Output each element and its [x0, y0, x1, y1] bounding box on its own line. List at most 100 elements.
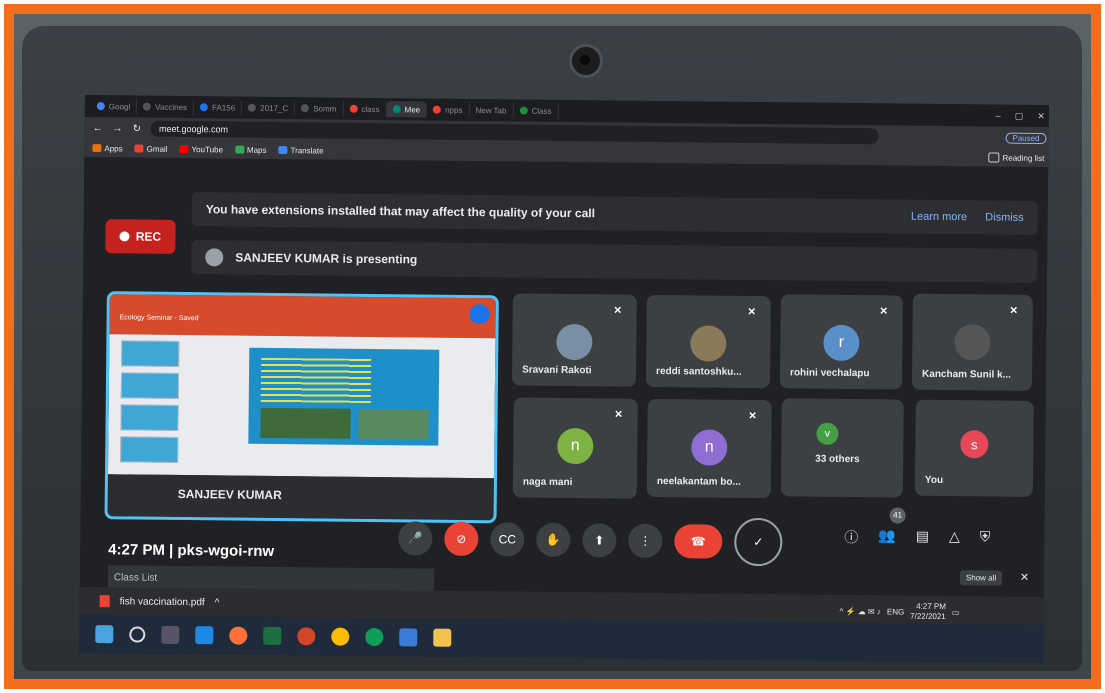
camera-off-button[interactable]: ⊘: [444, 521, 479, 557]
participant-tile[interactable]: ✕ n neelakantam bo...: [646, 398, 772, 499]
bookmark-maps[interactable]: Maps: [234, 145, 267, 154]
tab-favicon: [200, 103, 209, 112]
laptop-screen: Googl Vaccines FA156 2017_C Somm class M…: [79, 94, 1049, 664]
language-indicator[interactable]: ENG: [887, 607, 904, 616]
slide-thumbnail: [120, 372, 180, 399]
chat-icon[interactable]: ▤: [916, 528, 929, 548]
mic-off-icon: ✕: [879, 306, 888, 318]
reload-icon[interactable]: ↻: [133, 123, 142, 134]
participant-tile[interactable]: ✕ reddi santoshku...: [645, 294, 771, 389]
browser-tab[interactable]: Class: [513, 102, 559, 119]
translate-icon: [278, 145, 288, 155]
firefox-icon[interactable]: [229, 626, 248, 645]
gmail-icon: [134, 144, 144, 153]
participant-avatar: r: [823, 324, 860, 362]
participant-tile[interactable]: ✕ Kancham Sunil k...: [911, 293, 1033, 391]
browser-tab[interactable]: Somm: [295, 100, 344, 117]
end-call-button[interactable]: ☎: [674, 524, 723, 559]
download-item[interactable]: fish vaccination.pdf: [120, 596, 205, 608]
mic-off-icon: ✕: [613, 305, 622, 317]
excel-icon[interactable]: [263, 626, 282, 646]
browser-tab[interactable]: class: [343, 100, 387, 118]
browser-tab[interactable]: 2017_C: [242, 99, 296, 117]
captions-button[interactable]: CC: [490, 522, 525, 557]
presentation-tile[interactable]: Ecology Seminar - Saved SANJEEV KUMAR: [104, 291, 499, 524]
recording-badge: REC: [105, 219, 176, 254]
edge-icon[interactable]: [365, 627, 384, 647]
search-icon[interactable]: [129, 626, 146, 643]
meeting-code: pks-wgoi-rnw: [177, 541, 275, 560]
reading-list[interactable]: Reading list: [988, 152, 1044, 163]
browser-tab[interactable]: Googl: [90, 98, 138, 115]
people-icon[interactable]: 👥: [878, 527, 896, 547]
pdf-file-icon: [99, 595, 110, 608]
clock[interactable]: 4:27 PM 7/22/2021: [910, 602, 946, 622]
participant-tile-others[interactable]: v 33 others: [780, 398, 904, 498]
notifications-icon[interactable]: ▭: [952, 608, 960, 617]
slide-image: [260, 407, 351, 439]
bookmark-translate[interactable]: Translate: [278, 145, 324, 155]
dismiss-button[interactable]: Dismiss: [985, 211, 1024, 223]
mic-button[interactable]: 🎤: [398, 521, 433, 556]
slide-image: [358, 408, 429, 440]
back-icon[interactable]: ←: [93, 123, 103, 134]
learn-more-link[interactable]: Learn more: [911, 211, 967, 224]
chevron-up-icon[interactable]: ^: [215, 597, 220, 608]
participant-avatar: [690, 325, 727, 362]
file-explorer-icon[interactable]: [433, 628, 452, 647]
slides-toolbar: Ecology Seminar - Saved: [109, 294, 496, 339]
forward-icon[interactable]: →: [113, 123, 123, 134]
photo-of-laptop: Googl Vaccines FA156 2017_C Somm class M…: [14, 14, 1091, 679]
windows-start-icon[interactable]: [95, 625, 114, 644]
participant-tile[interactable]: ✕ Sravani Rakoti: [511, 293, 637, 387]
edge-legacy-icon[interactable]: [195, 626, 214, 645]
close-downloads-icon[interactable]: ✕: [1020, 571, 1029, 584]
participant-count-badge: 41: [889, 507, 906, 524]
more-options-button[interactable]: ⋮: [628, 523, 663, 559]
participant-tile[interactable]: ✕ n naga mani: [512, 397, 638, 499]
bookmark-youtube[interactable]: YouTube: [179, 144, 223, 154]
participant-avatar: [556, 323, 593, 361]
participant-avatar: n: [691, 429, 728, 466]
mic-off-icon: ✕: [1009, 305, 1018, 317]
bookmark-apps[interactable]: Apps: [92, 144, 123, 153]
task-view-icon[interactable]: [161, 625, 180, 644]
classroom-icon: [519, 106, 528, 115]
powerpoint-icon[interactable]: [297, 627, 316, 646]
maps-icon: [234, 145, 244, 154]
participant-tile-self[interactable]: s You: [914, 399, 1034, 497]
browser-tab[interactable]: Vaccines: [137, 98, 195, 116]
youtube-icon: [179, 144, 189, 154]
bookmark-gmail[interactable]: Gmail: [134, 144, 168, 153]
side-controls: ⓘ 👥 ▤ △ ⛨: [844, 527, 990, 549]
profile-button[interactable]: Paused: [1005, 132, 1047, 144]
slide-thumbnails: [120, 340, 181, 463]
slide-text-block: [260, 357, 372, 403]
close-icon[interactable]: ✕: [1037, 110, 1045, 121]
meeting-info: 4:27 PM | pks-wgoi-rnw: [108, 541, 275, 560]
check-button[interactable]: ✓: [734, 517, 783, 567]
browser-tab-active[interactable]: Mee: [386, 101, 428, 118]
activities-icon[interactable]: △: [949, 528, 960, 548]
present-button[interactable]: ⬆: [582, 523, 617, 558]
presenter-name: SANJEEV KUMAR: [177, 486, 282, 503]
raise-hand-button[interactable]: ✋: [536, 522, 571, 558]
show-all-button[interactable]: Show all: [959, 570, 1003, 586]
browser-tab[interactable]: npps: [427, 101, 470, 118]
info-icon[interactable]: ⓘ: [844, 527, 858, 547]
maximize-icon[interactable]: ▢: [1015, 110, 1024, 121]
store-icon[interactable]: [399, 628, 418, 647]
host-controls-icon[interactable]: ⛨: [980, 528, 991, 548]
tray-icons[interactable]: ^ ⚡ ☁ ✉ ♪: [840, 606, 881, 615]
record-dot-icon: [119, 231, 130, 242]
browser-tab[interactable]: New Tab: [469, 101, 514, 119]
tab-favicon: [143, 102, 152, 111]
tab-favicon: [301, 104, 310, 113]
system-tray: ^ ⚡ ☁ ✉ ♪ ENG 4:27 PM 7/22/2021 ▭: [839, 601, 960, 622]
browser-tab[interactable]: FA156: [193, 99, 243, 116]
minimize-icon[interactable]: –: [996, 110, 1001, 121]
chrome-icon[interactable]: [331, 627, 350, 646]
participant-tile[interactable]: ✕ r rohini vechalapu: [779, 294, 903, 390]
presenter-avatar: [205, 248, 224, 267]
meet-icon: [392, 105, 401, 114]
